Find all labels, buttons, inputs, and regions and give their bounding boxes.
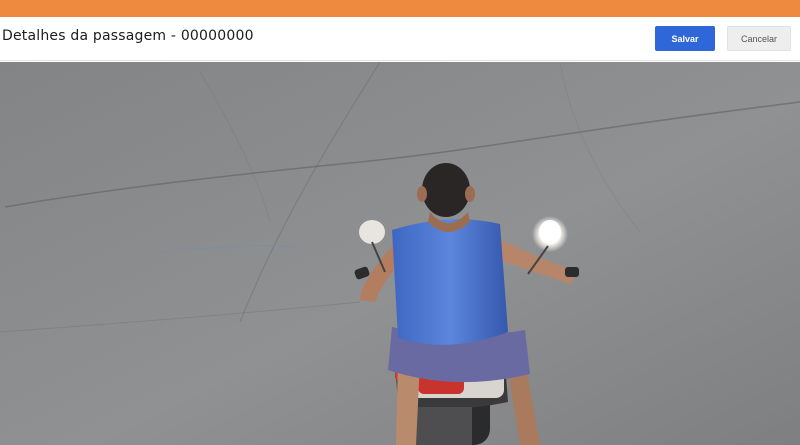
primary-button[interactable]: Salvar <box>655 26 715 51</box>
rider-shirt <box>392 219 508 345</box>
photo-illustration <box>0 62 800 445</box>
left-mirror <box>359 220 385 244</box>
top-accent-bar <box>0 0 800 17</box>
captured-photo <box>0 62 800 445</box>
license-plate <box>412 407 472 445</box>
page-title: Detalhes da passagem - 00000000 <box>2 28 254 44</box>
page-header: Detalhes da passagem - 00000000 Salvar C… <box>0 17 800 61</box>
secondary-button[interactable]: Cancelar <box>727 26 791 51</box>
rider-head <box>422 163 470 217</box>
